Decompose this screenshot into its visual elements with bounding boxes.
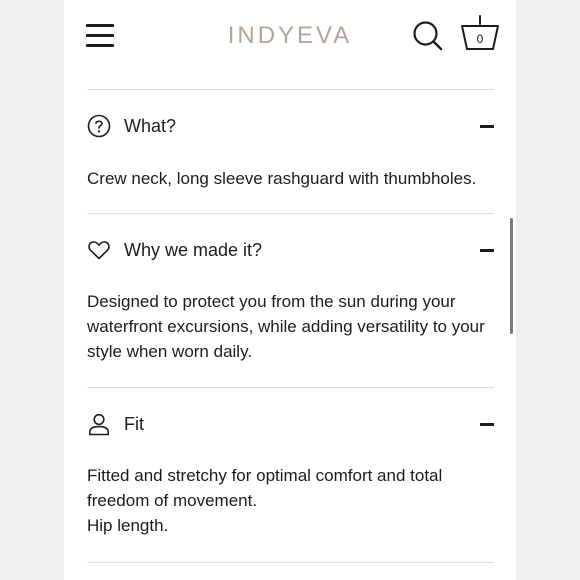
- scrollbar-thumb[interactable]: [510, 218, 513, 334]
- collapse-minus-icon[interactable]: [480, 125, 494, 128]
- collapse-minus-icon[interactable]: [480, 423, 494, 426]
- section-divider: [87, 89, 494, 90]
- accordion-text: Crew neck, long sleeve rashguard with th…: [87, 169, 477, 188]
- search-button[interactable]: [412, 20, 444, 52]
- accordion-title: Why we made it?: [124, 240, 263, 260]
- person-icon: [89, 413, 109, 436]
- accordion-content-what: Crew neck, long sleeve rashguard with th…: [87, 166, 497, 191]
- brand-logo[interactable]: INDYEVA: [64, 22, 516, 50]
- accordion-content-fit: Fitted and stretchy for optimal comfort …: [87, 463, 497, 538]
- accordion-text: Hip length.: [87, 516, 169, 535]
- collapse-minus-icon[interactable]: [480, 249, 494, 252]
- accordion-text: Fitted and stretchy for optimal comfort …: [87, 466, 443, 510]
- section-divider: [87, 387, 494, 388]
- question-circle-icon: [87, 114, 111, 138]
- accordion-text: Designed to protect you from the sun dur…: [87, 292, 485, 361]
- accordion-header-what[interactable]: What?: [87, 108, 494, 144]
- accordion-content-why: Designed to protect you from the sun dur…: [87, 289, 497, 364]
- accordion-title: What?: [124, 116, 177, 136]
- accordion-title: Fit: [124, 414, 144, 434]
- product-details-page: INDYEVA 0 What? Crew neck, long sleeve r…: [64, 0, 516, 580]
- cart-count: 0: [476, 32, 484, 46]
- cart-button[interactable]: 0: [460, 14, 500, 52]
- accordion-header-fit[interactable]: Fit: [87, 406, 494, 442]
- site-header: INDYEVA 0: [64, 0, 516, 72]
- heart-icon: [88, 241, 110, 260]
- accordion-header-why[interactable]: Why we made it?: [87, 232, 494, 268]
- section-divider: [87, 562, 494, 563]
- section-divider: [87, 213, 494, 214]
- search-icon: [413, 21, 443, 51]
